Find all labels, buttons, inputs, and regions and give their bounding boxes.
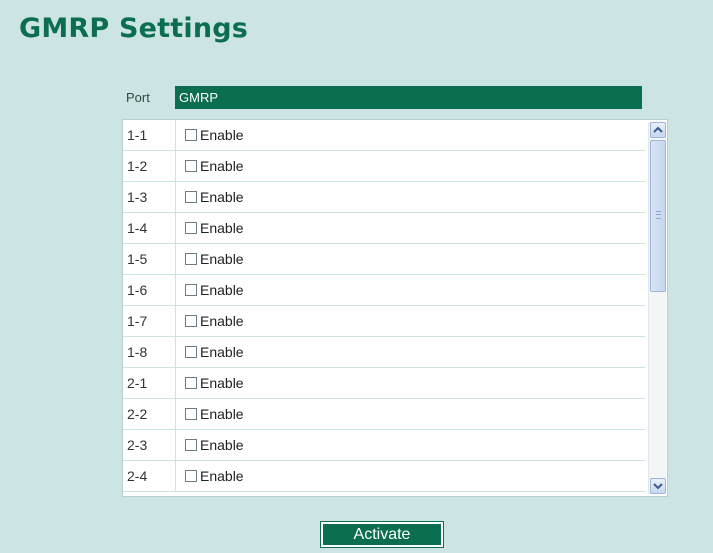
port-id: 1-6 bbox=[123, 275, 176, 305]
port-id: 1-3 bbox=[123, 182, 176, 212]
table-row: 1-6 Enable bbox=[123, 275, 645, 306]
port-id: 1-1 bbox=[123, 120, 176, 150]
port-rows: 1-1 Enable 1-2 Enable 1-3 Enable 1-4 Ena… bbox=[123, 120, 645, 492]
table-row: 2-4 Enable bbox=[123, 461, 645, 492]
enable-checkbox[interactable] bbox=[185, 470, 197, 482]
table-row: 1-8 Enable bbox=[123, 337, 645, 368]
page-title: GMRP Settings bbox=[19, 13, 249, 44]
gmrp-cell: Enable bbox=[176, 244, 244, 274]
table-row: 2-3 Enable bbox=[123, 430, 645, 461]
enable-label[interactable]: Enable bbox=[200, 344, 244, 360]
enable-checkbox[interactable] bbox=[185, 160, 197, 172]
enable-checkbox[interactable] bbox=[185, 253, 197, 265]
chevron-up-icon bbox=[653, 126, 663, 133]
gmrp-cell: Enable bbox=[176, 275, 244, 305]
port-list-panel: 1-1 Enable 1-2 Enable 1-3 Enable 1-4 Ena… bbox=[122, 119, 668, 497]
gmrp-cell: Enable bbox=[176, 213, 244, 243]
gmrp-cell: Enable bbox=[176, 337, 244, 367]
port-id: 2-2 bbox=[123, 399, 176, 429]
enable-label[interactable]: Enable bbox=[200, 282, 244, 298]
activate-button[interactable]: Activate bbox=[320, 521, 444, 548]
chevron-down-icon bbox=[653, 483, 663, 490]
port-id: 2-1 bbox=[123, 368, 176, 398]
enable-checkbox[interactable] bbox=[185, 191, 197, 203]
header-gmrp: GMRP bbox=[175, 86, 642, 109]
table-row: 1-3 Enable bbox=[123, 182, 645, 213]
table-row: 1-4 Enable bbox=[123, 213, 645, 244]
enable-label[interactable]: Enable bbox=[200, 468, 244, 484]
table-row: 1-5 Enable bbox=[123, 244, 645, 275]
table-row: 1-1 Enable bbox=[123, 120, 645, 151]
table-row: 1-7 Enable bbox=[123, 306, 645, 337]
gmrp-cell: Enable bbox=[176, 120, 244, 150]
table-row: 2-2 Enable bbox=[123, 399, 645, 430]
gmrp-cell: Enable bbox=[176, 151, 244, 181]
gmrp-cell: Enable bbox=[176, 368, 244, 398]
enable-label[interactable]: Enable bbox=[200, 406, 244, 422]
gmrp-cell: Enable bbox=[176, 430, 244, 460]
port-id: 1-2 bbox=[123, 151, 176, 181]
enable-checkbox[interactable] bbox=[185, 222, 197, 234]
enable-label[interactable]: Enable bbox=[200, 220, 244, 236]
enable-label[interactable]: Enable bbox=[200, 437, 244, 453]
port-id: 1-8 bbox=[123, 337, 176, 367]
enable-label[interactable]: Enable bbox=[200, 189, 244, 205]
gmrp-cell: Enable bbox=[176, 461, 244, 491]
scroll-thumb[interactable] bbox=[650, 140, 666, 292]
enable-label[interactable]: Enable bbox=[200, 158, 244, 174]
port-id: 1-5 bbox=[123, 244, 176, 274]
enable-label[interactable]: Enable bbox=[200, 375, 244, 391]
header-port: Port bbox=[126, 90, 150, 105]
port-id: 2-3 bbox=[123, 430, 176, 460]
enable-label[interactable]: Enable bbox=[200, 313, 244, 329]
enable-checkbox[interactable] bbox=[185, 284, 197, 296]
gmrp-cell: Enable bbox=[176, 306, 244, 336]
enable-label[interactable]: Enable bbox=[200, 251, 244, 267]
grip-icon bbox=[656, 211, 661, 219]
enable-checkbox[interactable] bbox=[185, 377, 197, 389]
table-row: 1-2 Enable bbox=[123, 151, 645, 182]
enable-checkbox[interactable] bbox=[185, 346, 197, 358]
port-id: 1-4 bbox=[123, 213, 176, 243]
enable-label[interactable]: Enable bbox=[200, 127, 244, 143]
enable-checkbox[interactable] bbox=[185, 408, 197, 420]
enable-checkbox[interactable] bbox=[185, 315, 197, 327]
port-id: 2-4 bbox=[123, 461, 176, 491]
enable-checkbox[interactable] bbox=[185, 129, 197, 141]
table-header: Port GMRP bbox=[122, 86, 642, 109]
table-row: 2-1 Enable bbox=[123, 368, 645, 399]
gmrp-cell: Enable bbox=[176, 399, 244, 429]
enable-checkbox[interactable] bbox=[185, 439, 197, 451]
gmrp-cell: Enable bbox=[176, 182, 244, 212]
scroll-down-button[interactable] bbox=[650, 478, 666, 494]
scroll-up-button[interactable] bbox=[650, 122, 666, 138]
port-id: 1-7 bbox=[123, 306, 176, 336]
vertical-scrollbar[interactable] bbox=[648, 122, 666, 494]
